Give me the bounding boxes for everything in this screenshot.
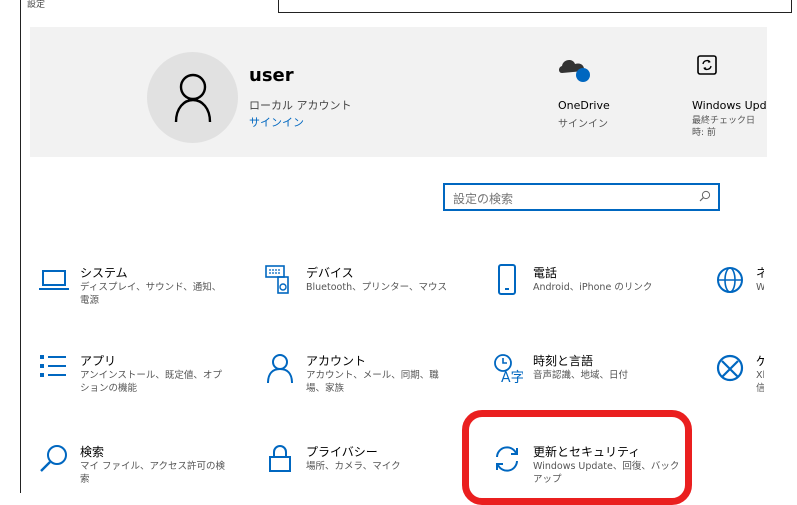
category-title: アカウント bbox=[306, 354, 367, 368]
category-description: Android、iPhone のリンク bbox=[533, 282, 653, 293]
category-gaming[interactable]: ゲ Xl 信 bbox=[714, 352, 764, 412]
username: user bbox=[249, 65, 294, 86]
onedrive-icon[interactable] bbox=[557, 55, 593, 89]
category-title: アプリ bbox=[80, 354, 117, 368]
highlight-annotation bbox=[462, 410, 692, 505]
windows-update-label[interactable]: Windows Update bbox=[692, 99, 767, 112]
time-language-icon: A字 bbox=[494, 354, 523, 384]
category-title: 時刻と言語 bbox=[533, 354, 594, 368]
onedrive-label[interactable]: OneDrive bbox=[558, 99, 610, 112]
category-description: ディスプレイ、サウンド、通知、電源 bbox=[80, 282, 222, 306]
category-description: Xl 信 bbox=[756, 370, 764, 394]
search-input[interactable] bbox=[451, 189, 695, 209]
category-description: W bbox=[756, 282, 764, 293]
category-system[interactable]: システム ディスプレイ、サウンド、通知、電源 bbox=[38, 264, 248, 324]
avatar[interactable] bbox=[147, 52, 238, 143]
category-description: Bluetooth、プリンター、マウス bbox=[306, 282, 448, 293]
svg-text:A字: A字 bbox=[501, 370, 523, 384]
category-title: ネ bbox=[756, 266, 764, 280]
category-privacy[interactable]: プライバシー 場所、カメラ、マイク bbox=[264, 443, 474, 503]
category-description: アカウント、メール、同期、職場、家族 bbox=[306, 370, 439, 394]
category-title: ゲ bbox=[756, 354, 764, 368]
category-title: デバイス bbox=[306, 266, 354, 280]
settings-search-box[interactable] bbox=[443, 183, 720, 211]
category-title: システム bbox=[80, 266, 128, 280]
account-header: user ローカル アカウント サインイン OneDrive サインイン Win… bbox=[30, 27, 767, 157]
phone-icon bbox=[498, 264, 516, 295]
category-phone[interactable]: 電話 Android、iPhone のリンク bbox=[491, 264, 701, 324]
top-overlay-box bbox=[278, 0, 792, 13]
globe-icon bbox=[717, 267, 743, 293]
signin-link[interactable]: サインイン bbox=[249, 114, 304, 130]
category-title: 検索 bbox=[80, 445, 105, 459]
search-icon[interactable] bbox=[699, 190, 711, 202]
category-description: アンインストール、既定値、オプションの機能 bbox=[80, 370, 222, 394]
category-description: 音声認識、地域、日付 bbox=[533, 370, 629, 381]
lock-icon bbox=[269, 445, 291, 472]
category-time-language[interactable]: A字 時刻と言語 音声認識、地域、日付 bbox=[491, 352, 701, 412]
category-title: 電話 bbox=[533, 266, 558, 280]
apps-list-icon bbox=[40, 355, 66, 377]
xbox-icon bbox=[716, 354, 744, 382]
category-description: マイ ファイル、アクセス許可の検索 bbox=[80, 461, 226, 485]
window-left-border bbox=[20, 0, 21, 493]
category-apps[interactable]: アプリ アンインストール、既定値、オプションの機能 bbox=[38, 352, 248, 412]
windows-update-icon[interactable] bbox=[696, 54, 718, 80]
category-description: 場所、カメラ、マイク bbox=[306, 461, 401, 472]
windows-update-status: 最終チェック日時: 前 bbox=[692, 116, 756, 138]
category-network[interactable]: ネ W bbox=[714, 264, 764, 324]
window-title: 設定 bbox=[27, 0, 46, 10]
category-search[interactable]: 検索 マイ ファイル、アクセス許可の検索 bbox=[38, 443, 248, 503]
laptop-icon bbox=[39, 270, 69, 290]
onedrive-status: サインイン bbox=[558, 119, 608, 130]
search-icon bbox=[40, 445, 67, 472]
keyboard-speaker-icon bbox=[265, 265, 289, 294]
category-accounts[interactable]: アカウント アカウント、メール、同期、職場、家族 bbox=[264, 352, 474, 412]
account-type: ローカル アカウント bbox=[249, 99, 352, 112]
user-silhouette-icon bbox=[174, 73, 212, 123]
category-title: プライバシー bbox=[306, 445, 378, 459]
category-devices[interactable]: デバイス Bluetooth、プリンター、マウス bbox=[264, 264, 474, 324]
person-icon bbox=[267, 354, 293, 384]
